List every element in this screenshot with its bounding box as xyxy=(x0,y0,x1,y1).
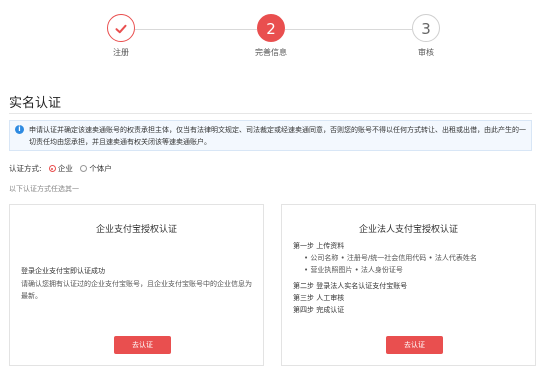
page-title: 实名认证 xyxy=(9,96,62,111)
radio-individual[interactable]: 个体户 xyxy=(80,164,112,173)
step-subitem: • 营业执照图片 • 法人身份证号 xyxy=(304,266,403,274)
auth-method-row: 认证方式: 企业 个体户 xyxy=(9,163,112,174)
radio-unselected-icon xyxy=(80,165,88,172)
auth-method-label: 认证方式: xyxy=(9,164,42,173)
checkmark-icon xyxy=(115,24,127,34)
card-title: 企业支付宝授权认证 xyxy=(95,225,177,235)
card-subtitle: 登录企业支付宝即认证成功 xyxy=(21,267,105,275)
step-item: 第二步 登录法人实名认证支付宝账号 xyxy=(293,282,408,290)
radio-enterprise-label: 企业 xyxy=(57,164,73,173)
step-2-label: 完善信息 xyxy=(255,48,287,57)
go-verify-button[interactable]: 去认证 xyxy=(386,336,443,354)
step-3-circle: 3 xyxy=(412,14,440,42)
go-verify-button[interactable]: 去认证 xyxy=(114,336,171,354)
step-3-label: 审核 xyxy=(418,48,434,57)
step-1-circle xyxy=(107,14,135,42)
hint-text: 以下认证方式任选其一 xyxy=(9,185,79,193)
progress-stepper: 注册 2 完善信息 3 审核 xyxy=(0,0,541,70)
card-title: 企业法人支付宝授权认证 xyxy=(358,225,458,235)
step-item: 第四步 完成认证 xyxy=(293,306,345,314)
divider xyxy=(9,113,532,114)
card-enterprise-alipay: 企业支付宝授权认证 登录企业支付宝即认证成功 请确认您拥有认证过的企业支付宝账号… xyxy=(9,204,264,366)
radio-individual-label: 个体户 xyxy=(89,164,112,173)
notice-text: 申请认证并确定该速卖通账号的权责承担主体，仅当有法律明文规定、司法裁定或经速卖通… xyxy=(29,126,526,146)
step-2-circle: 2 xyxy=(257,14,285,42)
step-connector xyxy=(135,29,257,30)
step-connector xyxy=(285,29,412,30)
info-notice: i 申请认证并确定该速卖通账号的权责承担主体，仅当有法律明文规定、司法裁定或经速… xyxy=(9,120,532,151)
step-subitem: • 公司名称 • 注册号/统一社会信用代码 • 法人代表姓名 xyxy=(304,254,477,262)
step-item: 第一步 上传资料 xyxy=(293,242,345,250)
card-legal-rep-alipay: 企业法人支付宝授权认证 第一步 上传资料 • 公司名称 • 注册号/统一社会信用… xyxy=(281,204,536,366)
card-description: 请确认您拥有认证过的企业支付宝账号，且企业支付宝账号中的企业信息为最新。 xyxy=(21,280,252,300)
radio-selected-icon xyxy=(48,165,56,172)
info-icon: i xyxy=(15,125,24,134)
radio-enterprise[interactable]: 企业 xyxy=(48,164,75,173)
step-item: 第三步 人工审核 xyxy=(293,294,345,302)
step-1-label: 注册 xyxy=(113,48,129,57)
